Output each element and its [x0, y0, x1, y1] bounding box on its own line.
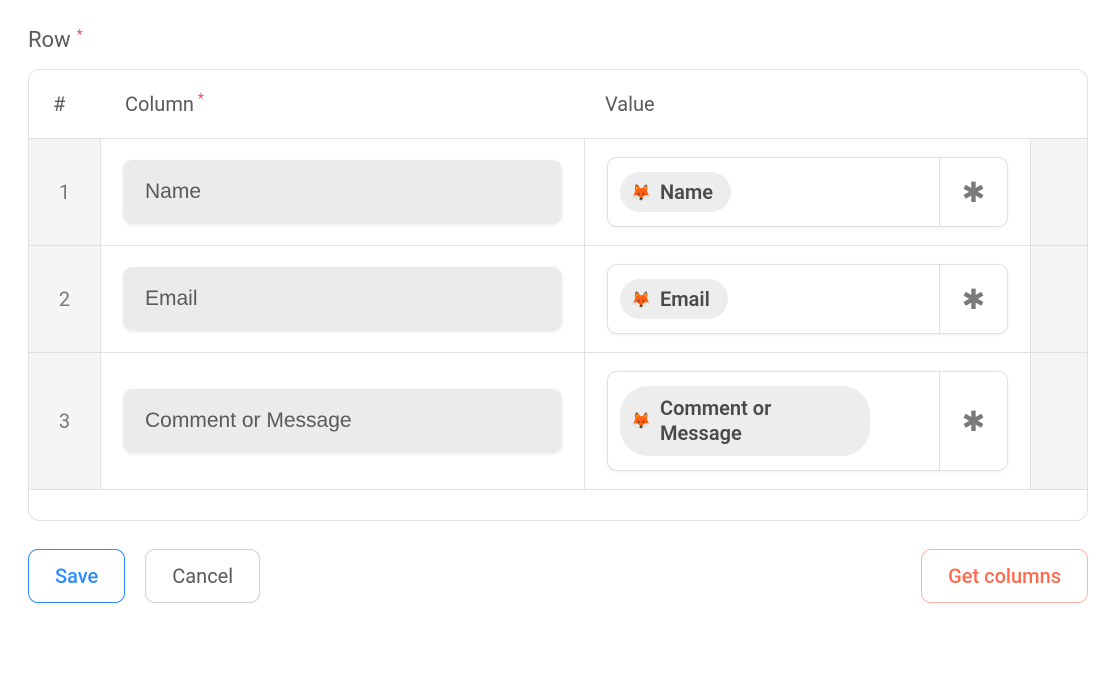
value-tag[interactable]: 🦊 Comment or Message: [620, 386, 870, 456]
value-cell: 🦊 Comment or Message ✱: [585, 353, 1031, 489]
header-column-text: Column: [125, 92, 194, 116]
column-name-input[interactable]: [123, 389, 562, 453]
tag-picker-button[interactable]: ✱: [939, 265, 1007, 333]
cancel-button[interactable]: Cancel: [145, 549, 260, 603]
value-cell: 🦊 Name ✱: [585, 139, 1031, 245]
tag-source-icon: 🦊: [630, 181, 652, 203]
value-input[interactable]: 🦊 Name ✱: [607, 157, 1008, 227]
table-row: 1 🦊 Name ✱: [29, 139, 1087, 246]
get-columns-button[interactable]: Get columns: [921, 549, 1088, 603]
table-footer-spacer: [29, 490, 1087, 520]
actions-left: Save Cancel: [28, 549, 260, 603]
value-tag[interactable]: 🦊 Email: [620, 279, 728, 319]
header-index: #: [29, 70, 101, 138]
column-name-input[interactable]: [123, 267, 562, 331]
value-input[interactable]: 🦊 Comment or Message ✱: [607, 371, 1008, 471]
section-label-text: Row: [28, 28, 71, 53]
column-cell: [101, 353, 585, 489]
column-cell: [101, 246, 585, 352]
section-label: Row *: [28, 28, 1088, 53]
header-column: Column *: [101, 70, 581, 138]
value-tag-label: Name: [660, 180, 713, 204]
value-tag[interactable]: 🦊 Name: [620, 172, 731, 212]
tag-picker-button[interactable]: ✱: [939, 372, 1007, 470]
row-mapping-table: # Column * Value 1 🦊 Name ✱: [28, 69, 1088, 521]
column-cell: [101, 139, 585, 245]
tag-source-icon: 🦊: [630, 288, 652, 310]
save-button[interactable]: Save: [28, 549, 125, 603]
column-name-input[interactable]: [123, 160, 562, 224]
table-header-row: # Column * Value: [29, 70, 1087, 139]
row-trailing-spacer: [1031, 246, 1087, 352]
row-trailing-spacer: [1031, 139, 1087, 245]
header-spacer: [1031, 70, 1087, 138]
required-asterisk-icon: *: [198, 92, 204, 106]
row-index: 1: [29, 139, 101, 245]
value-input[interactable]: 🦊 Email ✱: [607, 264, 1008, 334]
tag-source-icon: 🦊: [630, 410, 652, 432]
tag-picker-button[interactable]: ✱: [939, 158, 1007, 226]
header-value: Value: [581, 70, 1031, 138]
value-tag-label: Comment or Message: [660, 396, 810, 446]
row-index: 3: [29, 353, 101, 489]
table-row: 2 🦊 Email ✱: [29, 246, 1087, 353]
required-asterisk-icon: *: [77, 28, 83, 42]
value-tag-label: Email: [660, 287, 710, 311]
value-tag-area[interactable]: 🦊 Name: [608, 158, 939, 226]
actions-row: Save Cancel Get columns: [28, 549, 1088, 603]
table-row: 3 🦊 Comment or Message ✱: [29, 353, 1087, 490]
row-index: 2: [29, 246, 101, 352]
row-trailing-spacer: [1031, 353, 1087, 489]
value-tag-area[interactable]: 🦊 Comment or Message: [608, 372, 939, 470]
value-cell: 🦊 Email ✱: [585, 246, 1031, 352]
value-tag-area[interactable]: 🦊 Email: [608, 265, 939, 333]
